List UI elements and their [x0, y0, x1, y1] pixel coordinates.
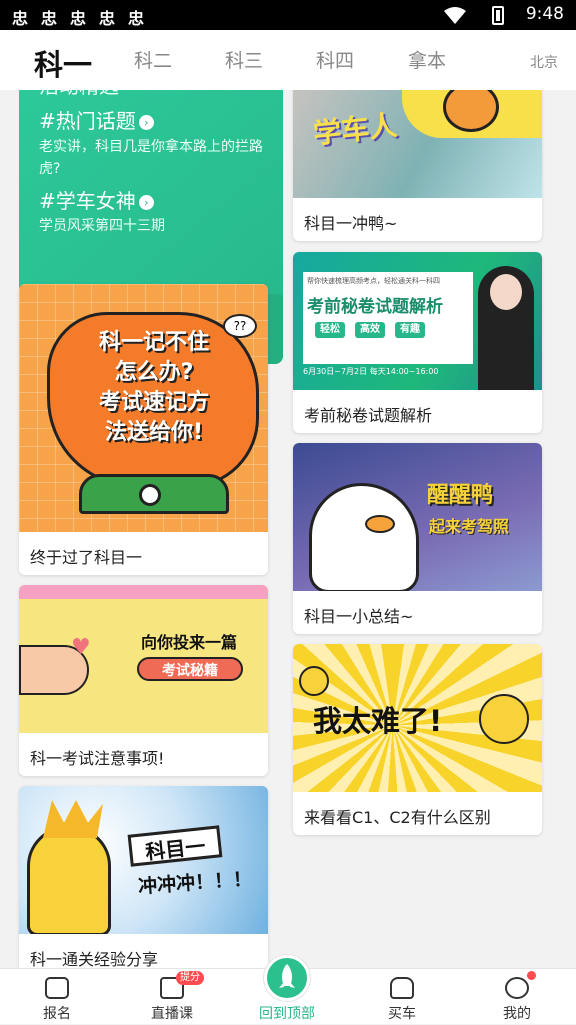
promo-tag: 高效: [355, 322, 385, 338]
nav-label: 我的: [503, 1006, 531, 1022]
nav-label: 买车: [388, 1006, 416, 1022]
promo-tag: 轻松: [315, 322, 345, 338]
article-cover: 科目一 冲冲冲！！！: [19, 786, 268, 934]
duck-mascot-icon: [27, 826, 111, 934]
question-bubble-icon: ??: [223, 314, 257, 338]
tab-subject-1[interactable]: 科一: [34, 42, 92, 84]
cover-text: 醒醒鸭: [427, 483, 494, 508]
tab-license[interactable]: 拿本: [408, 46, 446, 73]
article-title: 科一通关经验分享: [30, 950, 159, 968]
notification-icon: 忠: [99, 9, 116, 28]
nav-signup[interactable]: 报名: [17, 969, 97, 1025]
battery-icon: [492, 6, 504, 25]
goddess-topic-link[interactable]: #学车女神 ›: [39, 185, 154, 214]
article-cover: 我太难了!: [293, 644, 542, 792]
notification-dot: [527, 971, 536, 980]
hot-topic-link[interactable]: #热门话题 ›: [39, 105, 154, 134]
emoji-icon: [299, 666, 329, 696]
content-feed[interactable]: 活动精选 #热门话题› 老实讲，科目几是你拿本路上的拦路虎? #学车女神› 学员…: [0, 90, 576, 968]
article-title: 终于过了科目一: [30, 548, 143, 567]
nav-label: 报名: [43, 1006, 71, 1022]
boost-badge: 提分: [176, 971, 204, 985]
pink-stripe: [19, 585, 268, 599]
tab-subject-2[interactable]: 科二: [134, 46, 172, 73]
eye-icon: [139, 484, 161, 506]
nav-label: 回到顶部: [259, 1006, 315, 1022]
article-cover: 帮你快速梳理高频考点，轻松通关科一科四 考前秘卷试题解析 轻松 高效 有趣 6月…: [293, 252, 542, 390]
cover-text: 法送给你!: [104, 420, 204, 445]
tab-subject-4[interactable]: 科四: [316, 46, 354, 73]
nav-back-to-top[interactable]: 回到顶部: [247, 955, 327, 1025]
article-title: 科一考试注意事项!: [30, 749, 165, 768]
wifi-icon: [444, 7, 466, 24]
cover-text: 起来考驾照: [429, 517, 510, 536]
article-title: 来看看C1、C2有什么区别: [304, 808, 491, 827]
nav-profile[interactable]: 我的: [477, 969, 557, 1025]
duck-beak-icon: [365, 515, 395, 533]
nav-buy-car[interactable]: 买车: [362, 969, 442, 1025]
article-card[interactable]: 我太难了! 来看看C1、C2有什么区别: [293, 644, 542, 835]
article-card[interactable]: ♥ 向你投来一篇 考试秘籍 科一考试注意事项!: [19, 585, 268, 776]
article-cover: ♥ 向你投来一篇 考试秘籍: [19, 585, 268, 733]
instructor-face: [490, 274, 522, 310]
article-cover: 学车人: [293, 90, 542, 198]
nav-label: 直播课: [151, 1006, 193, 1022]
hot-topic-title: #热门话题: [39, 109, 136, 133]
promo-title: 考前秘卷试题解析: [307, 297, 443, 317]
status-bar: 忠 忠 忠 忠 忠 9:48: [0, 0, 576, 30]
article-cover: 科一记不住 怎么办? 考试速记方 法送给你! ??: [19, 284, 268, 532]
notification-icon: 忠: [70, 9, 87, 28]
article-card[interactable]: 醒醒鸭 起来考驾照 科目一小总结~: [293, 443, 542, 634]
car-icon: [390, 977, 414, 999]
rocket-icon: [264, 955, 310, 1001]
promo-subtitle: 帮你快速梳理高频考点，轻松通关科一科四: [307, 277, 440, 285]
chevron-right-icon: ›: [138, 195, 154, 210]
subject-tabs: 科一 科二 科三 科四 拿本 北京: [0, 30, 576, 90]
promo-date: 6月30日~7月2日 每天14:00~16:00: [303, 367, 439, 376]
goddess-topic-desc: 学员风采第四十三期: [39, 218, 165, 234]
cover-text: 怎么办?: [114, 360, 194, 385]
heart-icon: ♥: [71, 635, 91, 660]
crying-laugh-emoji-icon: [479, 694, 529, 744]
article-card[interactable]: 学车人 科目一冲鸭~: [293, 90, 542, 241]
notification-icon: 忠: [41, 9, 58, 28]
article-cover: 醒醒鸭 起来考驾照: [293, 443, 542, 591]
cover-text: 向你投来一篇: [140, 633, 237, 652]
notification-icon: 忠: [12, 9, 29, 28]
notification-icon: 忠: [128, 9, 145, 28]
nav-live-course[interactable]: 提分 直播课: [132, 969, 212, 1025]
duck-icon: [309, 483, 419, 591]
article-card[interactable]: 科目一 冲冲冲！！！ 科一通关经验分享: [19, 786, 268, 968]
tab-subject-3[interactable]: 科三: [225, 46, 263, 73]
cover-text: 学车人: [311, 108, 399, 151]
activity-title: 活动精选: [39, 90, 119, 99]
hot-topic-desc: 老实讲，科目几是你拿本路上的拦路虎?: [39, 139, 263, 177]
signup-icon: [45, 977, 69, 999]
goddess-topic-title: #学车女神: [39, 189, 136, 213]
promo-tag: 有趣: [395, 322, 425, 338]
article-title: 科目一小总结~: [304, 607, 414, 626]
chevron-right-icon: ›: [138, 115, 154, 130]
cover-text: 考试秘籍: [137, 657, 243, 681]
status-time: 9:48: [525, 4, 564, 24]
profile-icon: [505, 977, 529, 999]
article-title: 科目一冲鸭~: [304, 214, 398, 233]
city-selector[interactable]: 北京: [530, 52, 558, 72]
bottom-nav: 报名 提分 直播课 回到顶部 买车 我的: [0, 955, 576, 1025]
cover-text: 我太难了!: [313, 704, 443, 738]
article-card[interactable]: 帮你快速梳理高频考点，轻松通关科一科四 考前秘卷试题解析 轻松 高效 有趣 6月…: [293, 252, 542, 433]
cover-text: 冲冲冲！！！: [137, 868, 253, 898]
spiky-hair-icon: [43, 800, 103, 838]
article-title: 考前秘卷试题解析: [304, 406, 433, 425]
cover-text: 考试速记方: [98, 390, 209, 415]
article-card[interactable]: 科一记不住 怎么办? 考试速记方 法送给你! ?? 终于过了科目一: [19, 284, 268, 575]
cover-text: 科目一: [127, 825, 223, 867]
